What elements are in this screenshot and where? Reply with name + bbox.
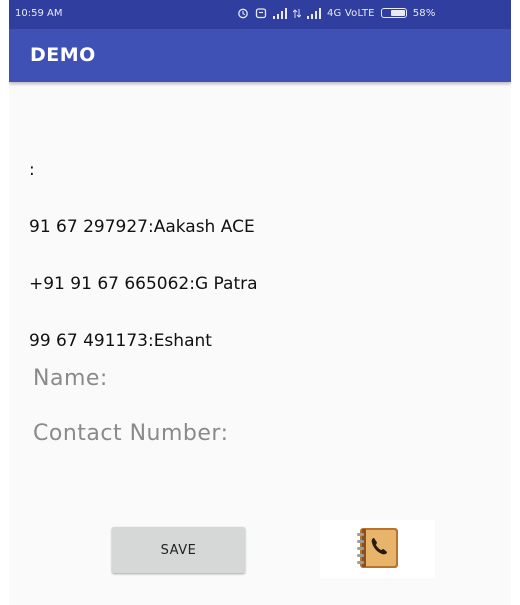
app-screen: 10:59 AM 4G VoLTE 58% DEMO : 91 67 29792… (9, 0, 511, 605)
network-type: 4G VoLTE (327, 7, 375, 19)
app-bar: DEMO (9, 29, 511, 82)
contacts-list: : 91 67 297927:Aakash ACE +91 91 67 6650… (29, 123, 258, 389)
data-arrows-icon (293, 8, 301, 19)
contacts-book-icon (355, 526, 401, 573)
contact-line: +91 91 67 665062:G Patra (29, 274, 258, 294)
signal-icon (307, 7, 321, 19)
contact-line: 91 67 297927:Aakash ACE (29, 217, 255, 237)
contact-number-label: Contact Number: (33, 421, 229, 446)
name-label: Name: (33, 366, 108, 391)
contacts-button[interactable] (320, 520, 435, 578)
status-icons: 4G VoLTE 58% (237, 7, 436, 19)
app-title: DEMO (30, 44, 96, 66)
contact-line: 99 67 491173:Eshant (29, 331, 212, 351)
save-button[interactable]: SAVE (112, 527, 245, 573)
status-bar: 10:59 AM 4G VoLTE 58% (9, 0, 511, 29)
signal-icon (273, 7, 287, 19)
footer-strip (9, 585, 511, 605)
status-time: 10:59 AM (15, 8, 63, 19)
timer-icon (255, 7, 267, 19)
battery-icon (380, 8, 407, 18)
battery-percent: 58% (412, 7, 436, 19)
contact-line: : (29, 160, 35, 180)
alarm-icon (237, 7, 249, 19)
